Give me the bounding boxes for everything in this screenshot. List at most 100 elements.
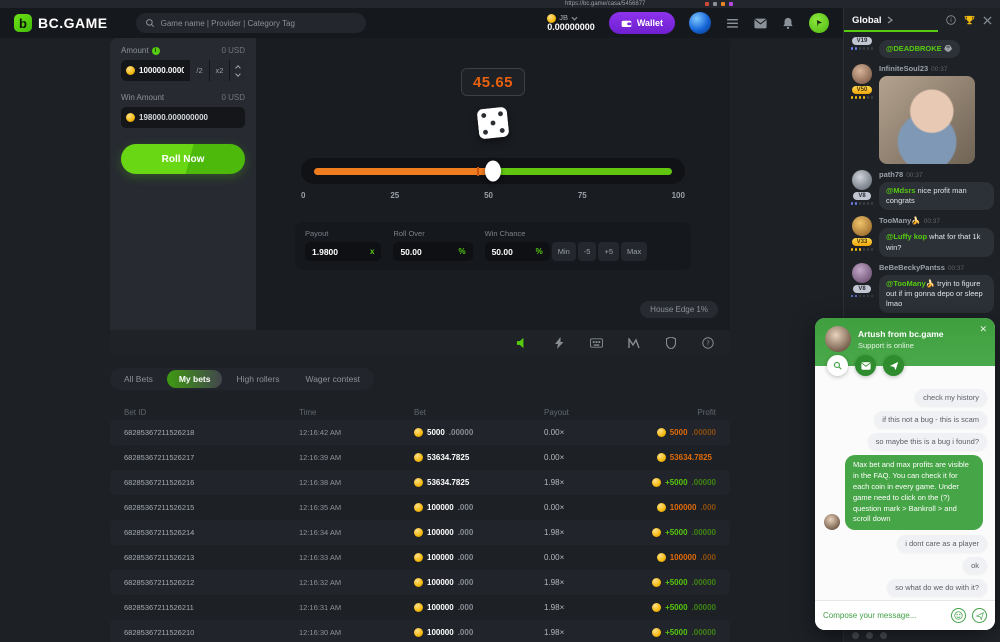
- browser-extension-icons[interactable]: [705, 2, 733, 6]
- currency-balance-dropdown[interactable]: JB 0.00000000: [547, 14, 595, 33]
- game-search-bar[interactable]: [136, 13, 366, 33]
- support-emoji-button[interactable]: [951, 608, 966, 623]
- half-bet-button[interactable]: /2: [189, 60, 209, 81]
- extension-icon[interactable]: [713, 2, 717, 6]
- notifications-bell-icon[interactable]: [781, 16, 795, 30]
- support-search-button[interactable]: [827, 355, 848, 376]
- col-profit: Profit: [639, 408, 716, 417]
- payout-unit: x: [370, 247, 374, 256]
- chevron-right-icon[interactable]: [887, 16, 893, 24]
- turbo-lightning-icon[interactable]: [553, 337, 566, 350]
- roll-over-unit: %: [458, 247, 465, 256]
- tab-wager-contest[interactable]: Wager contest: [293, 370, 372, 388]
- coin-icon: [657, 553, 666, 562]
- win-chance-label: Win Chance: [485, 229, 648, 238]
- gif-icon[interactable]: [866, 632, 873, 639]
- chat-image-crying-baby[interactable]: [879, 76, 975, 164]
- roll-slider-thumb[interactable]: [485, 161, 501, 182]
- chance-max-button[interactable]: Max: [621, 242, 647, 261]
- level-badge: V33: [852, 238, 873, 246]
- live-stats-icon[interactable]: [627, 337, 640, 350]
- chance-min-button[interactable]: Min: [552, 242, 576, 261]
- support-user-bubble: so what do we do with it?: [887, 579, 987, 596]
- dice-shortcut-icon[interactable]: [880, 632, 887, 639]
- coin-icon: [414, 528, 423, 537]
- wallet-button[interactable]: Wallet: [609, 12, 675, 34]
- double-bet-button[interactable]: x2: [209, 60, 229, 81]
- dice-game-container: Amount i 0 USD /2 x2 Win Amount: [110, 38, 730, 356]
- extension-icon[interactable]: [729, 2, 733, 6]
- chat-username[interactable]: BeBeBeckyPantss00:37: [879, 263, 994, 272]
- fairness-shield-icon[interactable]: [664, 337, 677, 350]
- extension-icon[interactable]: [721, 2, 725, 6]
- table-row[interactable]: 68285367211526214 12:16:34 AM 100000.000…: [110, 520, 730, 545]
- chat-message: V8 BeBeBeckyPantss00:37 @TooMany🍌 tryin …: [844, 260, 1000, 316]
- search-input[interactable]: [161, 19, 357, 28]
- quests-icon[interactable]: [809, 13, 829, 33]
- support-user-bubble: if this not a bug - this is scam: [874, 411, 987, 428]
- table-row[interactable]: 68285367211526217 12:16:39 AM 53634.7825…: [110, 445, 730, 470]
- bc-game-logo-icon: b: [14, 14, 32, 32]
- tick-25: 25: [390, 191, 399, 200]
- support-compose-input[interactable]: [823, 611, 945, 620]
- amount-info-icon[interactable]: i: [152, 47, 160, 55]
- tab-high-rollers[interactable]: High rollers: [224, 370, 291, 388]
- table-row[interactable]: 68285367211526213 12:16:33 AM 100000.000…: [110, 545, 730, 570]
- table-row[interactable]: 68285367211526216 12:16:38 AM 53634.7825…: [110, 470, 730, 495]
- chance-minus5-button[interactable]: -5: [578, 242, 597, 261]
- menu-icon[interactable]: [725, 16, 739, 30]
- support-email-button[interactable]: [855, 355, 876, 376]
- chat-input-strip[interactable]: [844, 629, 1000, 642]
- chat-username[interactable]: InfiniteSoul2300:37: [879, 64, 994, 73]
- amount-stepper[interactable]: [229, 60, 245, 81]
- emoji-icon[interactable]: [852, 632, 859, 639]
- bets-table-header: Bet ID Time Bet Payout Profit: [110, 404, 730, 420]
- bets-history-section: All Bets My bets High rollers Wager cont…: [110, 368, 730, 642]
- roll-slider-track[interactable]: [314, 168, 672, 175]
- chat-channel-title[interactable]: Global: [852, 15, 882, 26]
- chance-plus5-button[interactable]: +5: [598, 242, 619, 261]
- support-send-button[interactable]: [883, 355, 904, 376]
- support-conversation: check my history if this not a bug - thi…: [815, 376, 995, 600]
- table-row[interactable]: 68285367211526212 12:16:32 AM 100000.000…: [110, 570, 730, 595]
- coin-icon: [414, 478, 423, 487]
- chat-rules-info-icon[interactable]: i: [946, 15, 956, 25]
- support-chat-popup: Artush from bc.game Support is online ✕ …: [815, 318, 995, 630]
- table-row[interactable]: 68285367211526215 12:16:35 AM 100000.000…: [110, 495, 730, 520]
- roll-result-box: 45.65: [461, 68, 525, 96]
- win-amount-input[interactable]: [139, 113, 248, 122]
- payout-input[interactable]: [312, 247, 364, 257]
- address-bar-url[interactable]: https://bc.game/casa/5456877: [565, 1, 645, 7]
- table-row[interactable]: 68285367211526210 12:16:30 AM 100000.000…: [110, 620, 730, 642]
- win-amount-label: Win Amount: [121, 93, 164, 102]
- chat-username[interactable]: path7800:37: [879, 170, 994, 179]
- avatar[interactable]: [852, 263, 872, 283]
- messages-icon[interactable]: [753, 16, 767, 30]
- chat-close-icon[interactable]: [983, 16, 992, 25]
- win-chance-input[interactable]: [492, 247, 530, 257]
- roll-over-input[interactable]: [400, 247, 452, 257]
- avatar[interactable]: [852, 216, 872, 236]
- help-icon[interactable]: ?: [701, 337, 714, 350]
- user-avatar[interactable]: [689, 12, 711, 34]
- tab-my-bets[interactable]: My bets: [167, 370, 223, 388]
- avatar[interactable]: [852, 64, 872, 84]
- bc-game-logo[interactable]: b BC.GAME: [14, 14, 108, 32]
- sound-icon[interactable]: [516, 337, 529, 350]
- chat-bubble: @DEADBROKE 😂: [879, 40, 960, 58]
- chat-bubble: @Mdsrs nice profit man congrats: [879, 182, 994, 210]
- hotkeys-icon[interactable]: [590, 337, 603, 350]
- bet-amount-input[interactable]: [139, 66, 184, 75]
- table-row[interactable]: 68285367211526211 12:16:31 AM 100000.000…: [110, 595, 730, 620]
- chat-username[interactable]: TooMany🍌00:37: [879, 216, 994, 225]
- support-close-icon[interactable]: ✕: [979, 325, 987, 334]
- extension-icon[interactable]: [705, 2, 709, 6]
- table-row[interactable]: 68285367211526218 12:16:42 AM 5000.00000…: [110, 420, 730, 445]
- chat-bubble: @Luffy kop what for that 1k win?: [879, 228, 994, 256]
- contest-trophy-icon[interactable]: [964, 15, 975, 25]
- col-payout: Payout: [544, 408, 639, 417]
- support-send-message-button[interactable]: [972, 608, 987, 623]
- roll-now-button[interactable]: Roll Now: [121, 144, 245, 174]
- tab-all-bets[interactable]: All Bets: [112, 370, 165, 388]
- avatar[interactable]: [852, 170, 872, 190]
